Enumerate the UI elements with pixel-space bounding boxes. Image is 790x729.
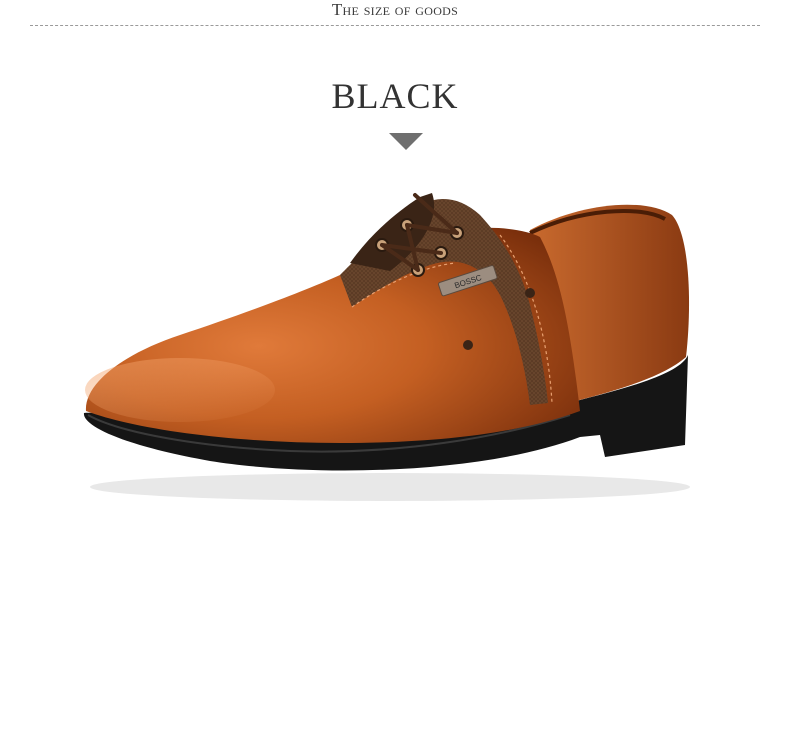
section-title: The size of goods xyxy=(331,0,459,19)
dashed-divider xyxy=(30,25,760,26)
triangle-down-icon xyxy=(389,133,423,150)
color-label: BLACK xyxy=(331,76,459,116)
product-image-shoe: BOSSC xyxy=(83,193,690,501)
section-header: The size of goods xyxy=(0,0,790,30)
